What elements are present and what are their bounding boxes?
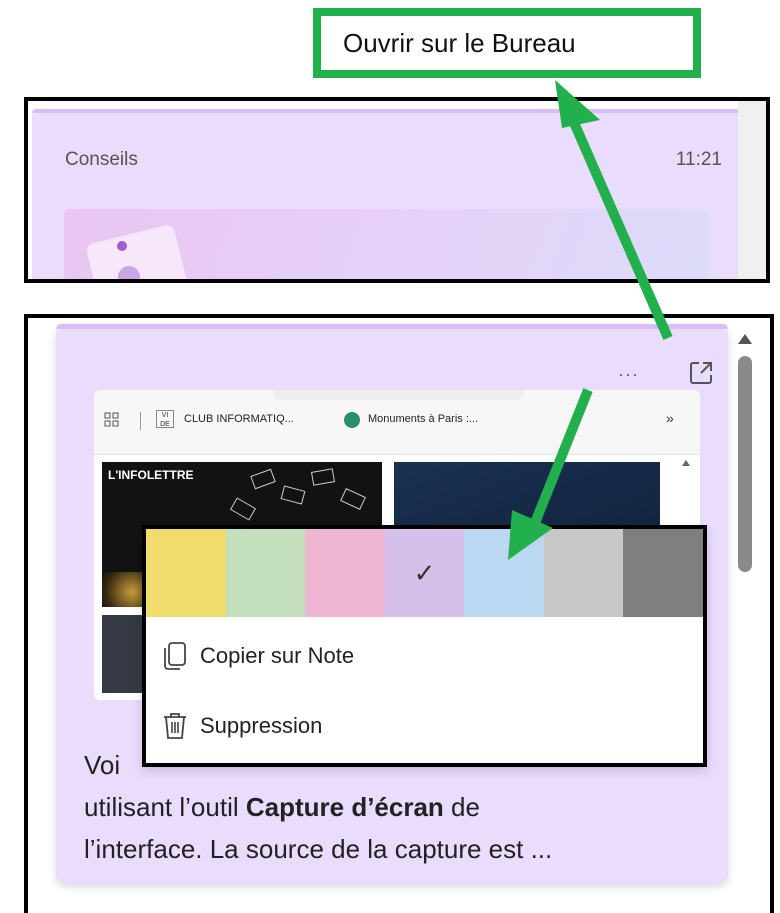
- color-swatch-blue[interactable]: [464, 529, 544, 617]
- color-swatch-dark-gray[interactable]: [623, 529, 703, 617]
- more-options-button[interactable]: ···: [618, 364, 639, 385]
- delete-item[interactable]: Suppression: [162, 711, 322, 741]
- tag-illustration: [85, 223, 197, 279]
- divider: [140, 412, 141, 430]
- copy-label: Copier sur Note: [200, 643, 355, 668]
- bookmark-club: CLUB INFORMATIQ...: [184, 413, 294, 425]
- envelope-icon: [340, 488, 366, 510]
- color-swatch-purple[interactable]: ✓: [384, 529, 465, 617]
- tip-image: [64, 209, 709, 279]
- tip-panel: Conseils 11:21: [24, 97, 770, 283]
- scroll-up-icon: [682, 460, 690, 466]
- check-icon: ✓: [413, 557, 436, 588]
- apps-grid-icon: [104, 412, 119, 427]
- tip-label: Conseils: [65, 149, 138, 170]
- tip-card[interactable]: Conseils 11:21: [32, 109, 742, 279]
- color-swatch-yellow[interactable]: [146, 529, 226, 617]
- note-context-menu: ✓ Copier sur Note Suppression: [142, 525, 707, 767]
- more-bookmarks: »: [666, 410, 674, 426]
- bookmark-monuments: Monuments à Paris :...: [368, 413, 479, 425]
- delete-label: Suppression: [200, 713, 323, 738]
- note-text-line2b: de: [443, 792, 480, 822]
- envelope-icon: [250, 468, 276, 490]
- color-swatch-light-gray[interactable]: [543, 529, 624, 617]
- copy-to-note-item[interactable]: Copier sur Note: [162, 641, 354, 671]
- note-text-line1: Voi: [84, 750, 121, 780]
- dot-icon: [117, 241, 127, 251]
- note-text-line2a: utilisant l’outil: [84, 792, 246, 822]
- envelope-icon: [280, 485, 306, 505]
- callout-text: Ouvrir sur le Bureau: [343, 27, 576, 58]
- envelope-icon: [310, 468, 336, 486]
- trash-icon: [164, 713, 186, 739]
- color-swatch-pink[interactable]: [305, 529, 385, 617]
- scrollbar-thumb[interactable]: [738, 356, 752, 572]
- scroll-up-arrow-icon[interactable]: [738, 334, 752, 344]
- newsletter-title: L'INFOLETTRE: [108, 468, 194, 482]
- browser-tab-edge: [274, 390, 524, 400]
- card-accent: [32, 109, 742, 113]
- card-accent: [56, 324, 728, 329]
- envelope-icon: [229, 497, 257, 521]
- callout-label: Ouvrir sur le Bureau: [313, 8, 701, 78]
- tip-time: 11:21: [675, 149, 722, 170]
- color-swatch-row: ✓: [146, 529, 703, 617]
- open-in-new-icon[interactable]: [688, 360, 714, 386]
- browser-bookmarks-bar: VI DE CLUB INFORMATIQ... Monuments à Par…: [94, 390, 700, 455]
- color-swatch-green[interactable]: [225, 529, 306, 617]
- club-logo-icon: VI DE: [156, 410, 174, 428]
- copy-icon: [164, 642, 186, 670]
- site-favicon-icon: [344, 412, 360, 428]
- circle-icon: [118, 266, 140, 279]
- scrollbar-track[interactable]: [738, 101, 766, 279]
- note-text-line3: l’interface. La source de la capture est…: [84, 834, 553, 864]
- note-text-bold: Capture d’écran: [245, 792, 444, 822]
